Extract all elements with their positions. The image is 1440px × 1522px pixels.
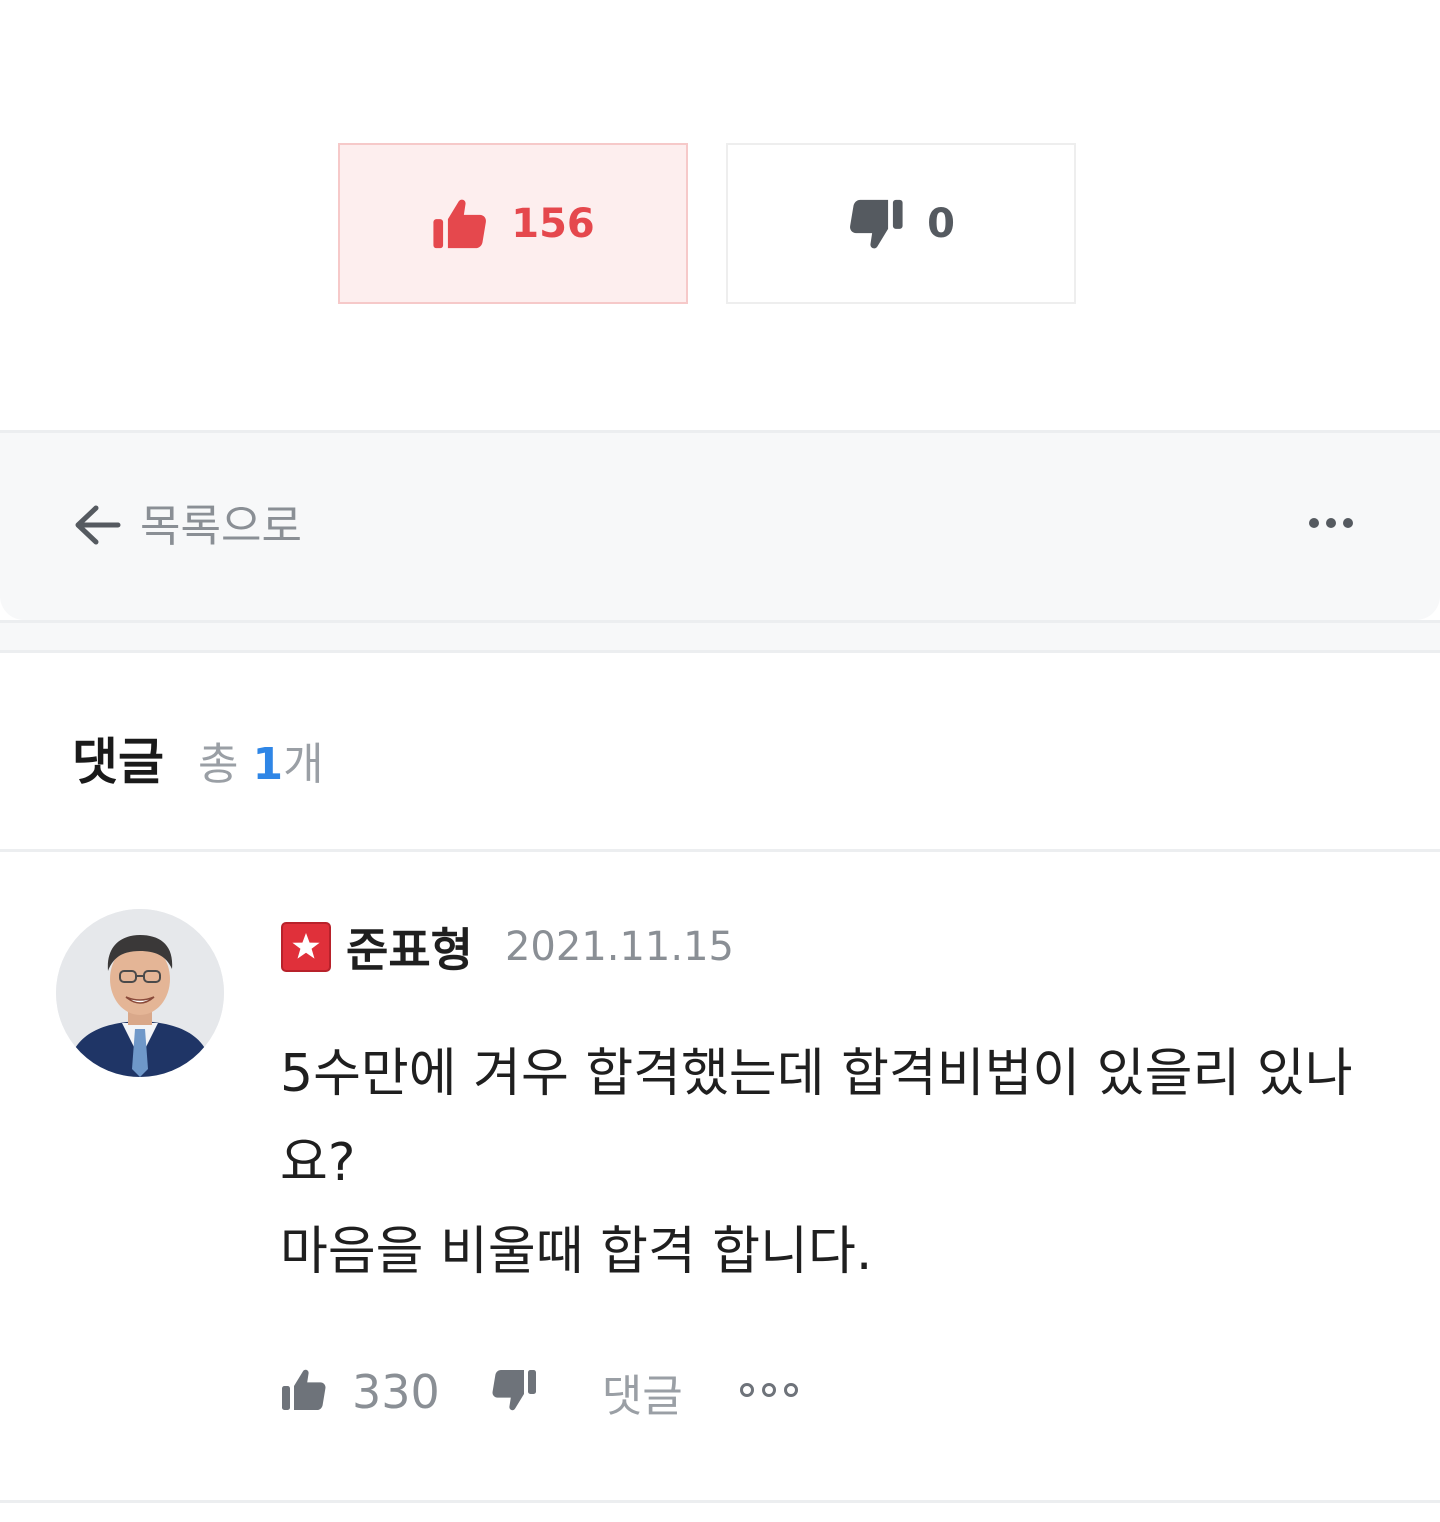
comments-title: 댓글 [72,733,164,791]
divider [0,849,1440,852]
recommend-button[interactable]: 156 [338,143,688,304]
comment-body-line: 5수만에 겨우 합격했는데 합격비법이 있을리 있나요? [280,1044,1353,1193]
comment-reply-label: 댓글 [601,1371,683,1422]
avatar[interactable] [56,909,224,1077]
comment-actions: 330 댓글 [280,1362,799,1422]
comment-date: 2021.11.15 [504,924,734,970]
comment-body: 5수만에 겨우 합격했는데 합격비법이 있을리 있나요? 마음을 비울때 합격 … [280,1030,1370,1297]
comments-header: 댓글 총 1개 [72,722,324,794]
comments-count: 총 1개 [198,728,324,792]
section-separator [0,620,1440,653]
comment-author[interactable]: 준표형 [346,914,473,980]
more-horizontal-icon [1308,515,1354,534]
comments-count-suffix: 개 [283,739,324,790]
thumbs-up-icon [280,1366,328,1418]
recommend-count: 156 [511,200,595,247]
comments-count-number: 1 [252,739,284,790]
avatar-image [56,909,224,1077]
divider [0,1500,1440,1503]
post-nav-bar: 목록으로 [0,430,1440,620]
post-footer: 156 0 목록으로 댓글 총 1개 준표형 2021.11.15 5수만에 겨… [0,0,1440,1522]
star-badge-icon [280,921,332,973]
not-recommend-count: 0 [927,200,955,247]
more-horizontal-icon [739,1381,799,1403]
comment-like-button[interactable]: 330 [280,1365,490,1419]
comments-count-prefix: 총 [198,739,253,790]
comment-like-count: 330 [352,1365,440,1419]
thumbs-up-icon [431,195,489,253]
comment-reply-button[interactable]: 댓글 [538,1360,683,1424]
comment-body-line: 마음을 비울때 합격 합니다. [280,1222,873,1282]
arrow-left-icon [72,503,122,551]
comment-meta: 준표형 2021.11.15 [280,914,734,980]
post-more-button[interactable] [1308,515,1354,534]
back-to-list-label: 목록으로 [140,501,302,552]
comment-dislike-button[interactable] [490,1366,538,1418]
comment-more-button[interactable] [739,1381,799,1403]
not-recommend-button[interactable]: 0 [726,143,1076,304]
thumbs-down-icon [847,195,905,253]
back-to-list-button[interactable]: 목록으로 [72,503,302,551]
thumbs-down-icon [490,1366,538,1418]
